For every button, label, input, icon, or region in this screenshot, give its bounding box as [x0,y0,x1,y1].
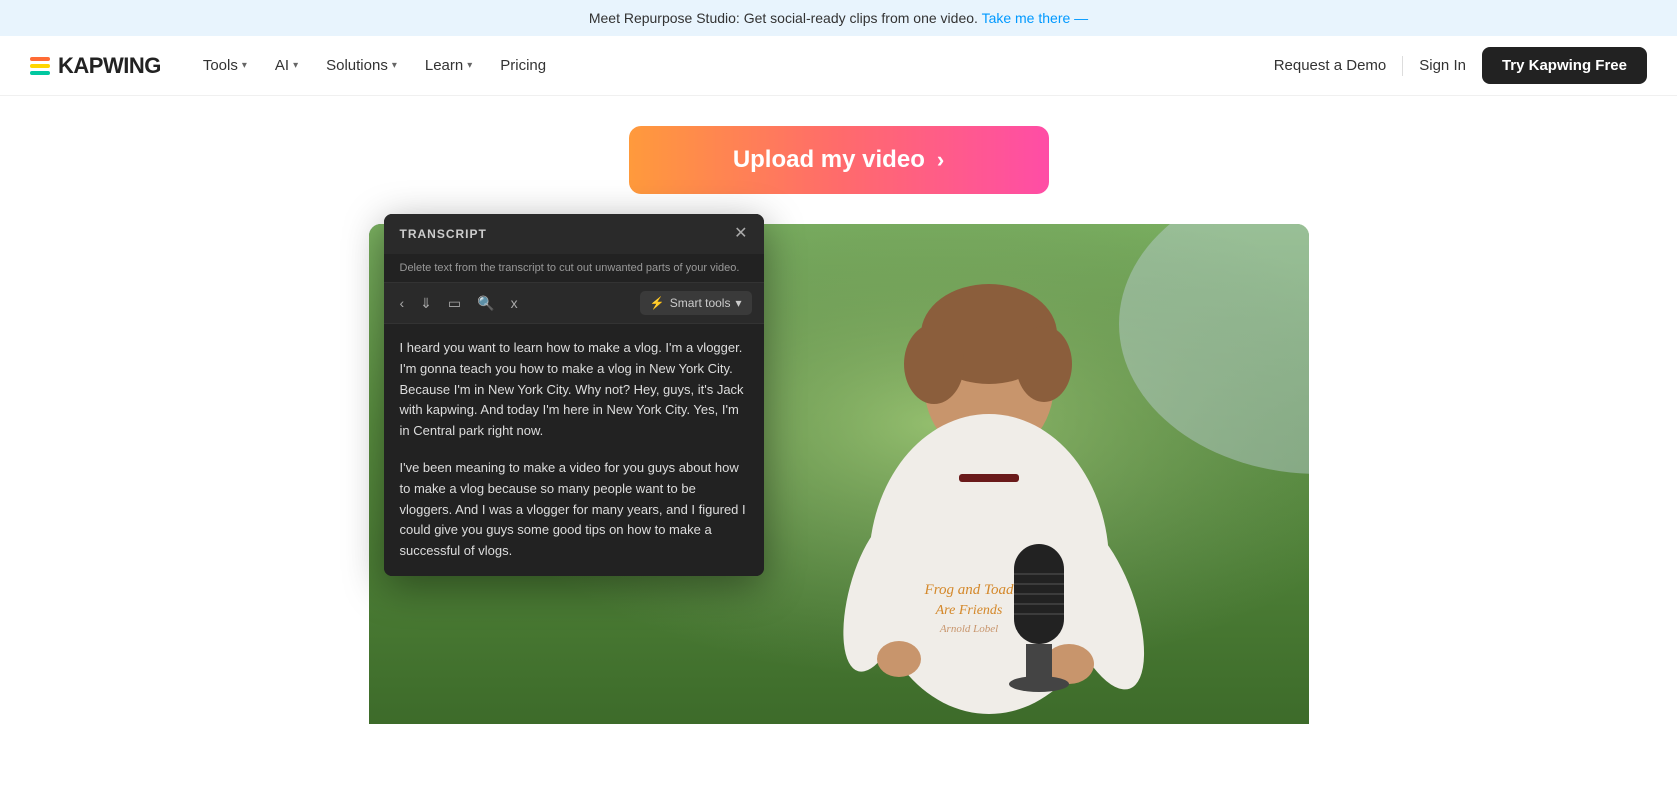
sign-in-link[interactable]: Sign In [1419,57,1466,74]
close-icon[interactable]: ✕ [734,226,747,242]
navbar: KAPWING Tools ▾ AI ▾ Solutions ▾ Learn ▾… [0,36,1677,96]
nav-right: Request a Demo Sign In Try Kapwing Free [1274,47,1647,84]
transcript-body: I heard you want to learn how to make a … [384,324,764,576]
download-icon[interactable]: ⇓ [416,293,436,314]
upload-video-button[interactable]: Upload my video › [629,126,1049,194]
logo[interactable]: KAPWING [30,53,161,79]
chevron-down-icon: ▾ [735,296,741,310]
nav-divider [1402,56,1403,76]
strikethrough-icon[interactable]: x [507,293,522,313]
chevron-down-icon: ▾ [242,60,247,71]
svg-text:Are Friends: Are Friends [934,603,1002,618]
search-icon[interactable]: 🔍 [473,293,498,314]
try-kapwing-free-button[interactable]: Try Kapwing Free [1482,47,1647,84]
lightning-icon: ⚡ [650,296,665,310]
nav-item-pricing[interactable]: Pricing [488,49,558,82]
transcript-paragraph-2: I've been meaning to make a video for yo… [400,458,748,562]
chevron-down-icon: ▾ [467,60,472,71]
transcript-toolbar: ‹ ⇓ ▭ 🔍 x ⚡ Smart tools ▾ [384,283,764,324]
nav-item-ai[interactable]: AI ▾ [263,49,310,82]
transcript-subtitle: Delete text from the transcript to cut o… [384,254,764,283]
nav-item-solutions[interactable]: Solutions ▾ [314,49,409,82]
chevron-down-icon: ▾ [392,60,397,71]
back-icon[interactable]: ‹ [396,293,409,313]
request-demo-link[interactable]: Request a Demo [1274,57,1387,74]
nav-item-learn[interactable]: Learn ▾ [413,49,484,82]
transcript-panel: TRANSCRIPT ✕ Delete text from the transc… [384,214,764,576]
svg-text:Arnold Lobel: Arnold Lobel [938,623,997,635]
logo-text: KAPWING [58,53,161,79]
transcript-paragraph-1: I heard you want to learn how to make a … [400,338,748,442]
video-section: TRANSCRIPT ✕ Delete text from the transc… [369,224,1309,724]
announcement-text: Meet Repurpose Studio: Get social-ready … [589,10,978,26]
nav-item-tools[interactable]: Tools ▾ [191,49,259,82]
smart-tools-button[interactable]: ⚡ Smart tools ▾ [640,291,752,315]
announcement-link[interactable]: Take me there — [982,10,1089,26]
chevron-down-icon: ▾ [293,60,298,71]
arrow-icon: › [937,147,944,173]
announcement-bar: Meet Repurpose Studio: Get social-ready … [0,0,1677,36]
captions-icon[interactable]: ▭ [444,293,465,314]
transcript-header: TRANSCRIPT ✕ [384,214,764,254]
svg-text:Frog and Toad: Frog and Toad [923,582,1013,598]
nav-links: Tools ▾ AI ▾ Solutions ▾ Learn ▾ Pricing [191,49,1274,82]
main-content: Upload my video › TRANSCRIPT ✕ Delete te… [0,96,1677,724]
transcript-title: TRANSCRIPT [400,227,487,241]
logo-bars [30,57,50,75]
